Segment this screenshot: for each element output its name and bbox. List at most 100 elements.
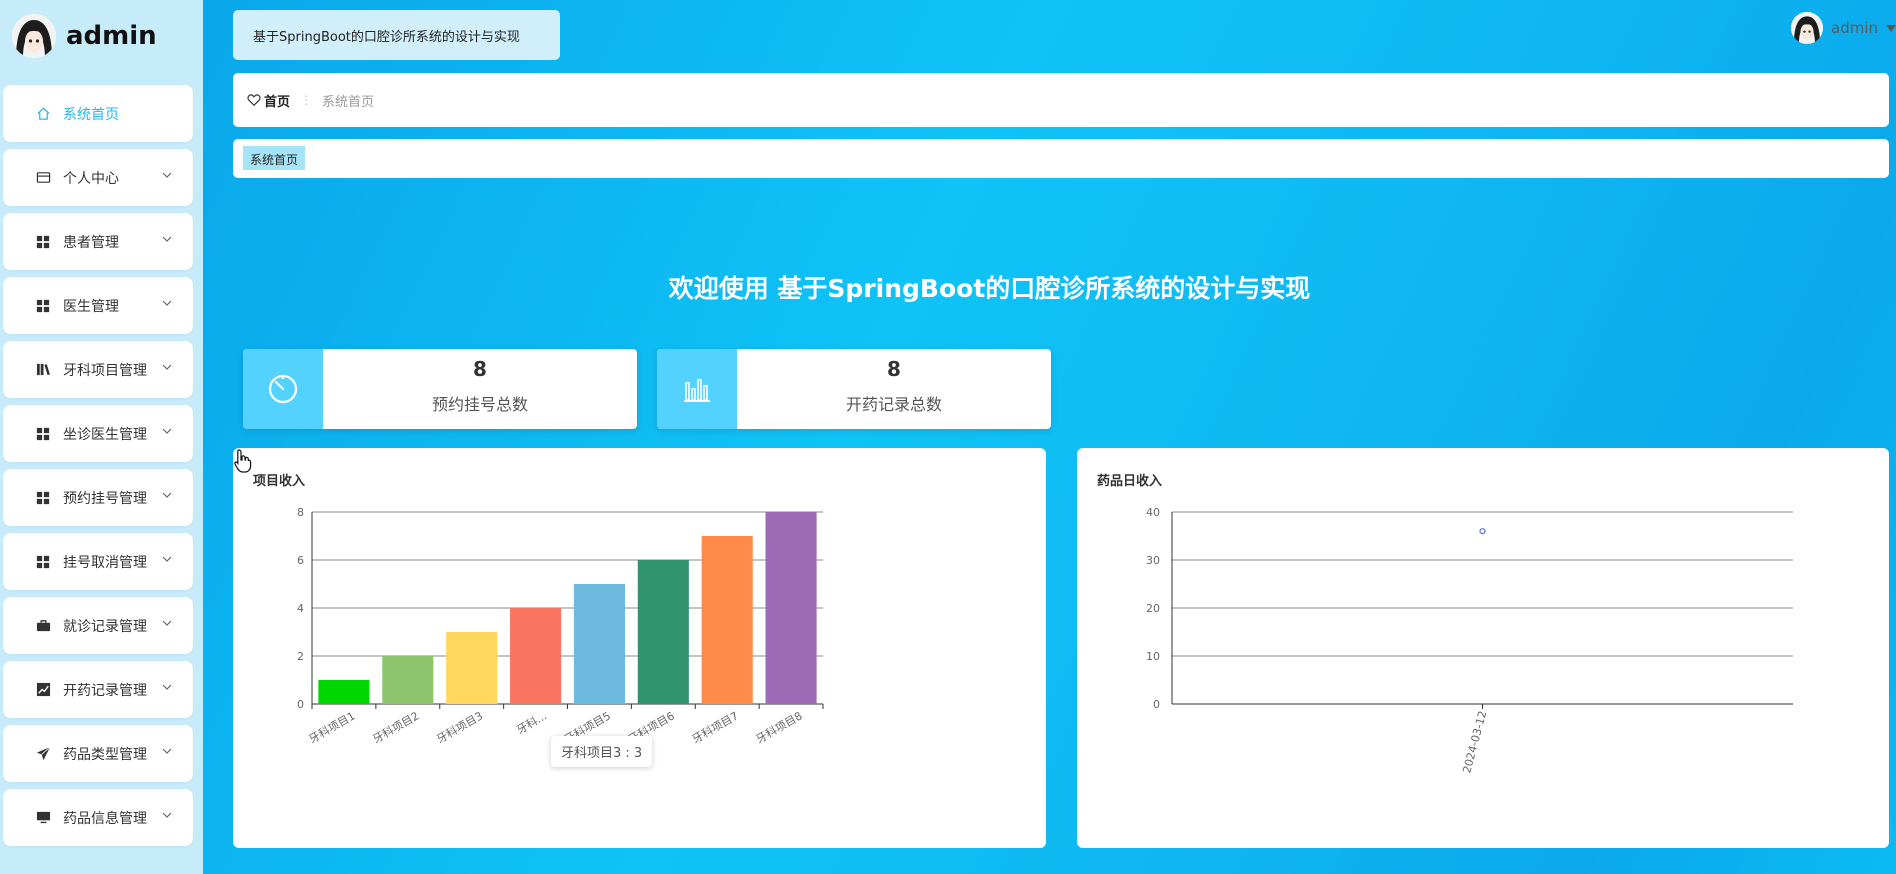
y-tick-label: 30 bbox=[1146, 554, 1160, 567]
y-tick-label: 0 bbox=[297, 698, 304, 711]
sidebar-item-1[interactable]: 系统首页 bbox=[3, 85, 193, 142]
sidebar-item-9[interactable]: 就诊记录管理 bbox=[3, 597, 193, 654]
stat-value: 8 bbox=[473, 357, 487, 381]
tabs-bar: 系统首页 bbox=[233, 139, 1889, 178]
breadcrumb-current: 系统首页 bbox=[322, 94, 375, 110]
chevron-down-icon[interactable] bbox=[161, 425, 173, 437]
x-tick-label: 牙科项目8 bbox=[753, 708, 804, 746]
stat-label: 开药记录总数 bbox=[845, 395, 942, 414]
breadcrumb: 首页 ⋮ 系统首页 bbox=[233, 73, 1889, 127]
sidebar-item-2[interactable]: 个人中心 bbox=[3, 149, 193, 206]
sidebar-item-3[interactable]: 患者管理 bbox=[3, 213, 193, 270]
y-tick-label: 4 bbox=[297, 602, 304, 615]
sidebar-item-label: 个人中心 bbox=[63, 170, 119, 187]
trend-chart-icon bbox=[35, 682, 51, 698]
sidebar-item-label: 坐诊医生管理 bbox=[63, 426, 147, 443]
anime-avatar-icon bbox=[12, 14, 56, 58]
chevron-down-icon[interactable] bbox=[161, 553, 173, 565]
y-tick-label: 2 bbox=[297, 650, 304, 663]
grid-icon bbox=[35, 298, 51, 314]
chevron-down-icon[interactable] bbox=[161, 745, 173, 757]
tab-system-home[interactable]: 系统首页 bbox=[243, 146, 306, 170]
brand: admin bbox=[12, 13, 157, 59]
sidebar-item-5[interactable]: 牙科项目管理 bbox=[3, 341, 193, 398]
grid-icon bbox=[35, 426, 51, 442]
heart-icon bbox=[247, 94, 261, 107]
bar bbox=[446, 632, 498, 704]
sidebar-item-10[interactable]: 开药记录管理 bbox=[3, 661, 193, 718]
x-tick-label: 牙科项目1 bbox=[306, 708, 357, 746]
briefcase-icon bbox=[35, 618, 51, 634]
system-title: 基于SpringBoot的口腔诊所系统的设计与实现 bbox=[253, 29, 520, 45]
y-tick-label: 20 bbox=[1146, 602, 1160, 615]
bar bbox=[701, 536, 753, 704]
x-tick-label: 牙科项目2 bbox=[370, 708, 421, 746]
user-avatar-icon[interactable] bbox=[1791, 12, 1823, 44]
project-income-chart: 02468牙科项目1 牙科项目2 牙科项目3 牙科... 牙科项目5 牙科项目6 牙科项目7… bbox=[297, 506, 824, 746]
caret-down-icon[interactable] bbox=[1886, 24, 1896, 32]
grid-icon bbox=[35, 490, 51, 506]
stat-label: 预约挂号总数 bbox=[431, 395, 528, 414]
user-menu[interactable]: admin bbox=[1791, 10, 1896, 46]
x-tick-label: 牙科项目3 bbox=[434, 708, 485, 746]
system-title-box: 基于SpringBoot的口腔诊所系统的设计与实现 bbox=[233, 10, 560, 60]
sidebar-item-label: 开药记录管理 bbox=[63, 682, 147, 699]
chevron-down-icon[interactable] bbox=[161, 617, 173, 629]
breadcrumb-separator: ⋮ bbox=[300, 93, 313, 107]
main-content: 基于SpringBoot的口腔诊所系统的设计与实现 admin 首页 ⋮ 系统首… bbox=[203, 0, 1896, 874]
chevron-down-icon[interactable] bbox=[161, 169, 173, 181]
stat-card-appointments: 8 预约挂号总数 bbox=[243, 349, 637, 429]
chevron-down-icon[interactable] bbox=[161, 233, 173, 245]
hand-cursor-icon bbox=[234, 449, 252, 473]
drug-daily-income-panel: 药品日收入 0 10 20 30 40 2024-03-12 bbox=[1077, 448, 1889, 848]
bar bbox=[637, 560, 689, 704]
send-icon bbox=[35, 746, 51, 762]
y-tick-label: 40 bbox=[1146, 506, 1160, 519]
home-icon bbox=[35, 106, 51, 122]
monitor-icon bbox=[35, 810, 51, 826]
stopwatch-icon bbox=[243, 349, 323, 429]
bar bbox=[382, 656, 434, 704]
sidebar-item-label: 牙科项目管理 bbox=[63, 362, 147, 379]
sidebar-item-11[interactable]: 药品类型管理 bbox=[3, 725, 193, 782]
chevron-down-icon[interactable] bbox=[161, 361, 173, 373]
sidebar-item-label: 系统首页 bbox=[63, 106, 119, 123]
chart-tooltip: 牙科项目3 : 3 bbox=[551, 736, 653, 767]
sidebar-item-label: 预约挂号管理 bbox=[63, 490, 147, 507]
sidebar-item-label: 药品类型管理 bbox=[63, 746, 147, 763]
y-tick-label: 10 bbox=[1146, 650, 1160, 663]
x-tick-label: 牙科项目7 bbox=[690, 708, 741, 746]
grid-icon bbox=[35, 234, 51, 250]
sidebar-item-label: 患者管理 bbox=[63, 234, 119, 251]
stat-card-prescriptions: 8 开药记录总数 bbox=[657, 349, 1051, 429]
drug-daily-income-chart: 0 10 20 30 40 2024-03-12 bbox=[1146, 506, 1793, 775]
sidebar-item-label: 挂号取消管理 bbox=[63, 554, 147, 571]
sidebar-item-label: 医生管理 bbox=[63, 298, 119, 315]
sidebar-menu: 系统首页个人中心患者管理医生管理牙科项目管理 坐诊医生管理 预约挂号管理 挂号取消管理… bbox=[3, 85, 193, 853]
chevron-down-icon[interactable] bbox=[161, 809, 173, 821]
user-name[interactable]: admin bbox=[1831, 19, 1878, 37]
breadcrumb-home[interactable]: 首页 bbox=[264, 91, 290, 110]
grid-icon bbox=[35, 554, 51, 570]
sidebar-item-7[interactable]: 预约挂号管理 bbox=[3, 469, 193, 526]
bar-chart-icon bbox=[657, 349, 737, 429]
y-tick-label: 6 bbox=[297, 554, 304, 567]
sidebar-item-label: 药品信息管理 bbox=[63, 810, 147, 827]
brand-title: admin bbox=[66, 21, 157, 51]
stat-value: 8 bbox=[887, 357, 901, 381]
sidebar-item-12[interactable]: 药品信息管理 bbox=[3, 789, 193, 846]
chevron-down-icon[interactable] bbox=[161, 489, 173, 501]
chevron-down-icon[interactable] bbox=[161, 297, 173, 309]
bar bbox=[510, 608, 562, 704]
sidebar-item-8[interactable]: 挂号取消管理 bbox=[3, 533, 193, 590]
project-income-panel: 项目收入 0 2 4 6 8 牙科项目1 牙科项目2 牙科项目3 牙科... 牙科项目5 牙科项目6… bbox=[233, 448, 1046, 848]
sidebar-item-4[interactable]: 医生管理 bbox=[3, 277, 193, 334]
card-icon bbox=[35, 170, 51, 186]
x-tick-label: 牙科... bbox=[514, 708, 549, 736]
bar bbox=[573, 584, 625, 704]
chevron-down-icon[interactable] bbox=[161, 681, 173, 693]
bar bbox=[318, 680, 370, 704]
books-icon bbox=[35, 362, 51, 378]
y-tick-label: 0 bbox=[1153, 698, 1160, 711]
sidebar-item-6[interactable]: 坐诊医生管理 bbox=[3, 405, 193, 462]
